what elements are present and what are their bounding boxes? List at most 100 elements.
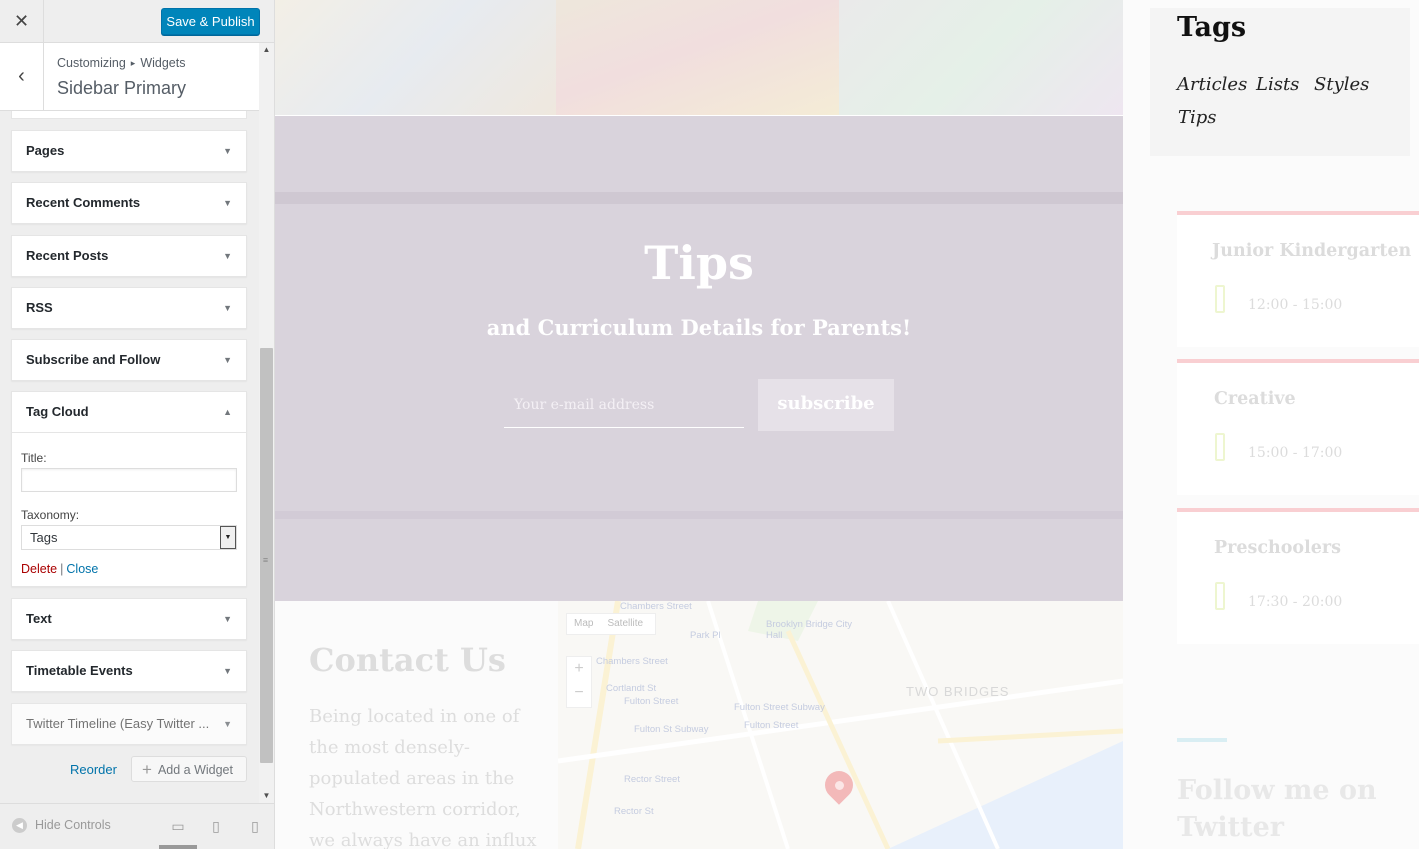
- collapse-arrow-icon[interactable]: ▲: [223, 392, 232, 432]
- expand-arrow-icon[interactable]: ▼: [223, 288, 232, 328]
- widget-rss[interactable]: RSS ▼: [11, 287, 247, 329]
- hero-background-shelf: [275, 192, 1123, 204]
- breadcrumb: Customizing ▸ Widgets: [57, 56, 185, 70]
- title-input[interactable]: [21, 468, 237, 492]
- zoom-in-button[interactable]: +: [567, 657, 591, 681]
- expand-arrow-icon[interactable]: ▼: [223, 183, 232, 223]
- back-button[interactable]: ‹: [0, 43, 44, 111]
- widget-timetable-events[interactable]: Timetable Events ▼: [11, 650, 247, 692]
- close-icon: ✕: [13, 11, 30, 31]
- breadcrumb-widgets: Widgets: [140, 56, 186, 70]
- map-area-label: TWO BRIDGES: [906, 684, 1010, 699]
- reorder-link[interactable]: Reorder: [70, 762, 117, 777]
- clock-icon: [1215, 582, 1225, 610]
- map-label: Park Pl: [690, 630, 721, 641]
- widget-recent-posts[interactable]: Recent Posts ▼: [11, 235, 247, 277]
- map-label: Rector St: [614, 806, 654, 817]
- map-label: Fulton Street: [744, 720, 799, 731]
- widget-actions: Delete | Close: [21, 562, 237, 576]
- expand-arrow-icon[interactable]: ▼: [223, 651, 232, 691]
- scroll-up-icon[interactable]: ▲: [259, 43, 274, 57]
- expand-arrow-icon[interactable]: ▼: [223, 704, 232, 744]
- section-title: Sidebar Primary: [57, 78, 187, 98]
- add-widget-button[interactable]: + Add a Widget: [131, 756, 247, 782]
- zoom-out-button[interactable]: −: [567, 681, 591, 705]
- taxonomy-select[interactable]: Tags ▼: [21, 525, 237, 550]
- plus-icon: +: [142, 760, 152, 779]
- expand-arrow-icon[interactable]: ▼: [223, 236, 232, 276]
- hero-subtitle: and Curriculum Details for Parents!: [486, 315, 912, 340]
- title-label: Title:: [21, 451, 47, 465]
- tag-link[interactable]: Styles: [1314, 74, 1369, 95]
- widget-title: Timetable Events: [26, 663, 133, 678]
- map-zoom-control[interactable]: + −: [566, 656, 592, 708]
- close-link[interactable]: Close: [66, 562, 98, 576]
- scroll-down-icon[interactable]: ▼: [259, 789, 274, 803]
- expand-arrow-icon[interactable]: ▼: [223, 599, 232, 639]
- expand-arrow-icon[interactable]: ▼: [223, 131, 232, 171]
- contact-text: Being located in one of the most densely…: [309, 706, 537, 849]
- desktop-preview-icon[interactable]: ▭: [169, 817, 187, 835]
- subscribe-button[interactable]: subscribe: [758, 379, 894, 431]
- expand-arrow-icon[interactable]: ▼: [223, 340, 232, 380]
- breadcrumb-separator: ▸: [130, 58, 136, 68]
- event-name: Junior Kindergarten: [1212, 241, 1412, 261]
- actions-separator: |: [60, 562, 64, 576]
- preview-sidebar: Tags Articles Lists Styles Tips Junior K…: [1123, 0, 1419, 849]
- follow-title: Follow me on Twitter: [1177, 775, 1377, 843]
- map-type-map[interactable]: Map: [567, 614, 600, 634]
- widget-subscribe-follow[interactable]: Subscribe and Follow ▼: [11, 339, 247, 381]
- widget-pages[interactable]: Pages ▼: [11, 130, 247, 172]
- photo-strip: [275, 0, 1123, 115]
- tablet-preview-icon[interactable]: ▯: [207, 817, 225, 835]
- section-header: ‹ Customizing ▸ Widgets Sidebar Primary: [0, 43, 260, 111]
- contact-section: Contact Us Being located in one of the m…: [275, 601, 1123, 849]
- hide-controls-button[interactable]: ◀ Hide Controls: [12, 818, 111, 834]
- tag-link[interactable]: Articles: [1177, 74, 1247, 95]
- tags-title: Tags: [1177, 12, 1247, 43]
- map-label: Brooklyn Bridge City Hall: [766, 619, 853, 641]
- tag-cloud-header[interactable]: Tag Cloud ▲: [12, 392, 246, 432]
- map-label: Chambers Street: [596, 656, 668, 667]
- widget-tag-cloud: Tag Cloud ▲ Title: Taxonomy: Tags ▼ Delet…: [11, 391, 247, 587]
- widget-title: Twitter Timeline (Easy Twitter ...: [26, 716, 210, 731]
- map-type-satellite[interactable]: Satellite: [600, 614, 650, 634]
- panel-header: ✕ Save & Publish: [0, 0, 274, 43]
- widget-recent-comments[interactable]: Recent Comments ▼: [11, 182, 247, 224]
- event-card[interactable]: Creative 15:00 - 17:00: [1177, 359, 1419, 495]
- tag-link[interactable]: Tips: [1178, 107, 1217, 128]
- follow-accent-bar: [1177, 738, 1227, 742]
- classroom-photo: [556, 0, 839, 115]
- event-name: Creative: [1214, 389, 1296, 409]
- event-card[interactable]: Preschoolers 17:30 - 20:00: [1177, 508, 1419, 644]
- event-time: 15:00 - 17:00: [1248, 445, 1343, 461]
- widget-title: RSS: [26, 300, 53, 315]
- close-customizer-button[interactable]: ✕: [0, 0, 44, 42]
- delete-link[interactable]: Delete: [21, 562, 57, 576]
- widget-title: Tag Cloud: [26, 404, 89, 419]
- widget-partial: [11, 111, 247, 119]
- widget-title: Subscribe and Follow: [26, 352, 161, 367]
- scroll-grip-icon: ≡: [262, 555, 269, 565]
- widget-twitter-timeline[interactable]: Twitter Timeline (Easy Twitter ... ▼: [11, 703, 247, 745]
- widget-title: Pages: [26, 143, 65, 158]
- map-label: Fulton St Subway: [634, 724, 709, 735]
- customizer-panel: ✕ Save & Publish ‹ Customizing ▸ Widgets S…: [0, 0, 275, 849]
- widget-text[interactable]: Text ▼: [11, 598, 247, 640]
- mobile-preview-icon[interactable]: ▯: [246, 817, 264, 835]
- dropdown-arrow-icon[interactable]: ▼: [220, 526, 236, 549]
- map[interactable]: Map Satellite + − Chambers Street Park Pl …: [558, 601, 1123, 849]
- map-pin-dot: [835, 781, 844, 790]
- email-input[interactable]: Your e-mail address: [504, 388, 744, 428]
- map-label: Fulton Street Subway: [734, 702, 825, 713]
- breadcrumb-customizing: Customizing: [57, 56, 126, 70]
- widget-title: Text: [26, 611, 52, 626]
- map-type-toggle[interactable]: Map Satellite: [566, 613, 656, 635]
- site-preview: Tips and Curriculum Details for Parents!…: [275, 0, 1419, 849]
- panel-scrollbar[interactable]: ▲ ≡ ▼: [259, 43, 274, 803]
- event-time: 17:30 - 20:00: [1248, 594, 1343, 610]
- event-card[interactable]: Junior Kindergarten 12:00 - 15:00: [1177, 211, 1419, 347]
- clock-icon: [1215, 433, 1225, 461]
- tag-link[interactable]: Lists: [1256, 74, 1299, 95]
- save-publish-button[interactable]: Save & Publish: [161, 8, 260, 35]
